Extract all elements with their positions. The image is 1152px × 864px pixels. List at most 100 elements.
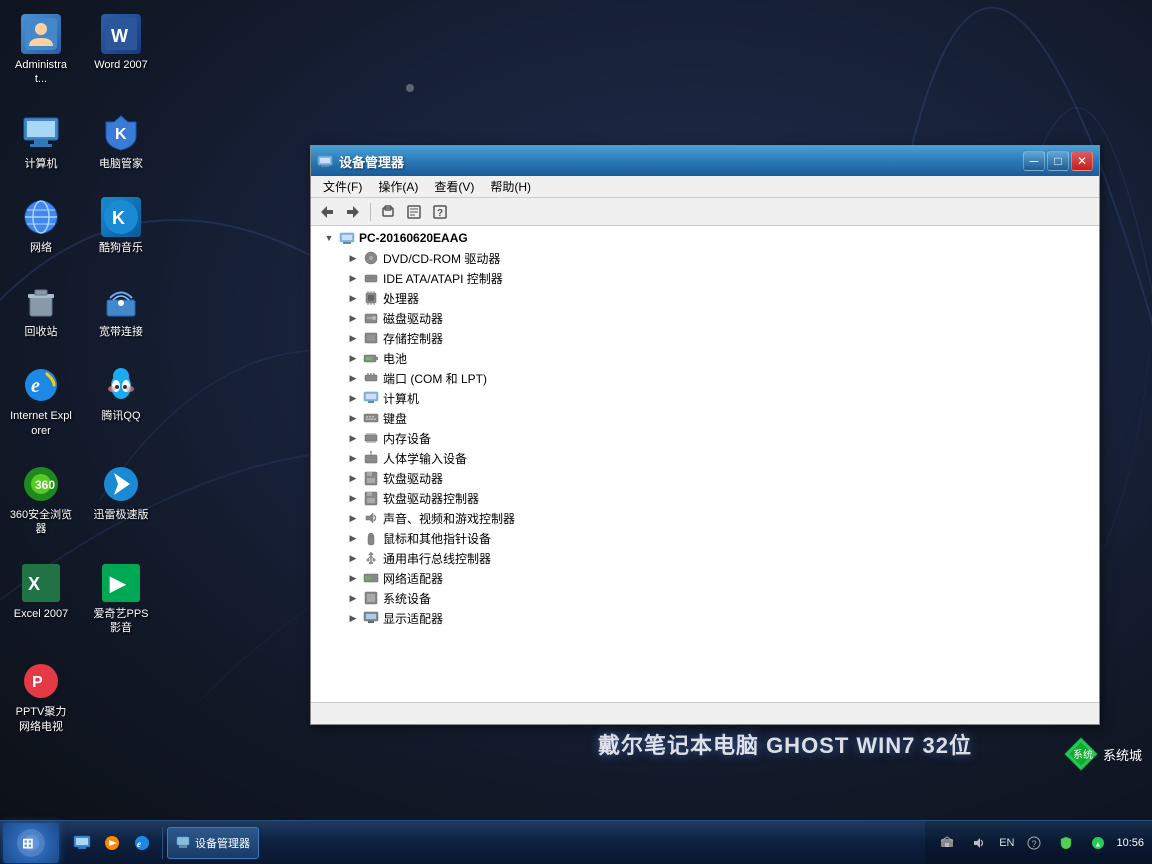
tree-item-ide-icon xyxy=(363,270,379,286)
desktop-icon-aiqiyipps[interactable]: ▶ 爱奇艺PPS影音 xyxy=(85,559,157,640)
tree-item-hid-expander[interactable]: ▶ xyxy=(345,450,361,466)
tree-root-node[interactable]: ▼ PC-20160620EAAG xyxy=(313,228,1097,248)
tree-item-dvd-icon xyxy=(363,250,379,266)
tray-antivirus-icon[interactable]: ▲ xyxy=(1084,829,1112,857)
desktop-icon-ie[interactable]: e Internet Explorer xyxy=(5,361,77,442)
tree-item-battery-expander[interactable]: ▶ xyxy=(345,350,361,366)
tree-item-usb[interactable]: ▶ 通用串行总线控制器 xyxy=(313,548,1097,568)
quick-launch-media-player[interactable] xyxy=(98,829,126,857)
window-minimize-button[interactable]: ─ xyxy=(1023,151,1045,171)
tree-item-network[interactable]: ▶ 网络适配器 xyxy=(313,568,1097,588)
window-content[interactable]: ▼ PC-20160620EAAG ▶ xyxy=(311,226,1099,702)
desktop-icon-qq[interactable]: 腾讯QQ xyxy=(85,361,157,442)
desktop-icon-broadband[interactable]: 宽带连接 xyxy=(85,277,157,343)
desktop-icon-computer[interactable]: 计算机 xyxy=(5,109,77,175)
tree-item-sound-expander[interactable]: ▶ xyxy=(345,510,361,526)
tree-item-disk[interactable]: ▶ 磁盘驱动器 xyxy=(313,308,1097,328)
tree-item-storage[interactable]: ▶ 存储控制器 xyxy=(313,328,1097,348)
taskbar-tray: EN ? ▲ 10:56 xyxy=(925,821,1152,864)
tree-item-dvd-label: DVD/CD-ROM 驱动器 xyxy=(383,250,500,267)
tree-item-ide[interactable]: ▶ IDE ATA/ATAPI 控制器 xyxy=(313,268,1097,288)
desktop-icon-360browser[interactable]: 360 360安全浏览器 xyxy=(5,460,77,541)
desktop-icon-diannaoguan[interactable]: K 电脑管家 xyxy=(85,109,157,175)
tree-root-label: PC-20160620EAAG xyxy=(359,231,468,245)
tree-item-storage-label: 存储控制器 xyxy=(383,330,443,347)
tree-item-memory-expander[interactable]: ▶ xyxy=(345,430,361,446)
toolbar-forward-button[interactable] xyxy=(341,201,365,223)
tray-security-icon[interactable] xyxy=(1052,829,1080,857)
tree-item-keyboard-expander[interactable]: ▶ xyxy=(345,410,361,426)
tray-language-label[interactable]: EN xyxy=(997,837,1016,849)
tree-item-floppy-ctrl[interactable]: ▶ 软盘驱动器控制器 xyxy=(313,488,1097,508)
tree-item-mouse[interactable]: ▶ 鼠标和其他指针设备 xyxy=(313,528,1097,548)
tree-root-expander[interactable]: ▼ xyxy=(321,230,337,246)
tree-item-computer[interactable]: ▶ 计算机 xyxy=(313,388,1097,408)
tree-item-battery[interactable]: ▶ 电池 xyxy=(313,348,1097,368)
tray-help-icon[interactable]: ? xyxy=(1020,829,1048,857)
toolbar-help-button[interactable]: ? xyxy=(428,201,452,223)
desktop-icon-administrator[interactable]: Administrat... xyxy=(5,10,77,91)
tree-item-dvd-expander[interactable]: ▶ xyxy=(345,250,361,266)
desktop-icon-pptv[interactable]: P PPTV聚力 网络电视 xyxy=(5,657,77,738)
start-button[interactable]: ⊞ xyxy=(3,823,59,863)
menu-file[interactable]: 文件(F) xyxy=(315,176,370,197)
svg-text:W: W xyxy=(111,26,128,46)
tree-item-display-expander[interactable]: ▶ xyxy=(345,610,361,626)
tree-item-ports-expander[interactable]: ▶ xyxy=(345,370,361,386)
tray-clock[interactable]: 10:56 xyxy=(1116,837,1144,849)
desktop-icon-word2007[interactable]: W Word 2007 xyxy=(85,10,157,91)
tree-item-keyboard[interactable]: ▶ 键盘 xyxy=(313,408,1097,428)
device-manager-window: 设备管理器 ─ □ ✕ 文件(F) 操作(A) 查看(V) 帮助(H) xyxy=(310,145,1100,725)
watermark-text: 戴尔笔记本电脑 GHOST WIN7 32位 xyxy=(598,728,972,760)
tree-item-floppy-expander[interactable]: ▶ xyxy=(345,470,361,486)
tree-item-memory[interactable]: ▶ 内存设备 xyxy=(313,428,1097,448)
toolbar-up-button[interactable] xyxy=(376,201,400,223)
window-close-button[interactable]: ✕ xyxy=(1071,151,1093,171)
tree-item-processor-icon xyxy=(363,290,379,306)
tree-item-system-expander[interactable]: ▶ xyxy=(345,590,361,606)
tree-item-network-label: 网络适配器 xyxy=(383,570,443,587)
tree-item-floppy[interactable]: ▶ 软盘驱动器 xyxy=(313,468,1097,488)
tree-item-ports[interactable]: ▶ 端口 (COM 和 LPT) xyxy=(313,368,1097,388)
tree-item-processor-expander[interactable]: ▶ xyxy=(345,290,361,306)
desktop-icon-excel2007[interactable]: X Excel 2007 xyxy=(5,559,77,640)
tree-item-system[interactable]: ▶ 系统设备 xyxy=(313,588,1097,608)
tree-item-processor[interactable]: ▶ 处理器 xyxy=(313,288,1097,308)
quick-launch-ie[interactable]: e xyxy=(128,829,156,857)
toolbar-back-button[interactable] xyxy=(315,201,339,223)
desktop-icon-qq-label: 腾讯QQ xyxy=(101,409,140,423)
tree-item-hid[interactable]: ▶ 人体学输入设备 xyxy=(313,448,1097,468)
desktop-icon-recycle[interactable]: 回收站 xyxy=(5,277,77,343)
desktop-icon-xunlei-label: 迅雷极速版 xyxy=(94,508,149,522)
tree-item-battery-icon xyxy=(363,350,379,366)
quick-launch-show-desktop[interactable] xyxy=(68,829,96,857)
tree-item-network-expander[interactable]: ▶ xyxy=(345,570,361,586)
taskbar-app-device-manager[interactable]: 设备管理器 xyxy=(167,827,259,859)
desktop-icon-kugouyinyue[interactable]: K 酷狗音乐 xyxy=(85,193,157,259)
tree-item-keyboard-icon xyxy=(363,410,379,426)
tree-item-disk-icon xyxy=(363,310,379,326)
tree-item-storage-expander[interactable]: ▶ xyxy=(345,330,361,346)
tree-item-mouse-expander[interactable]: ▶ xyxy=(345,530,361,546)
tree-item-ide-label: IDE ATA/ATAPI 控制器 xyxy=(383,270,503,287)
menu-action[interactable]: 操作(A) xyxy=(370,176,426,197)
tree-item-keyboard-label: 键盘 xyxy=(383,410,407,427)
tray-network-icon[interactable] xyxy=(933,829,961,857)
tree-item-sound[interactable]: ▶ 声音、视频和游戏控制器 xyxy=(313,508,1097,528)
tree-item-ide-expander[interactable]: ▶ xyxy=(345,270,361,286)
tree-item-dvd[interactable]: ▶ DVD/CD-ROM 驱动器 xyxy=(313,248,1097,268)
tree-item-disk-expander[interactable]: ▶ xyxy=(345,310,361,326)
desktop-icon-network[interactable]: 网络 xyxy=(5,193,77,259)
desktop-icon-xunlei[interactable]: 迅雷极速版 xyxy=(85,460,157,541)
tree-item-floppy-ctrl-expander[interactable]: ▶ xyxy=(345,490,361,506)
tree-item-computer-expander[interactable]: ▶ xyxy=(345,390,361,406)
menu-view[interactable]: 查看(V) xyxy=(426,176,482,197)
toolbar-properties-button[interactable] xyxy=(402,201,426,223)
tree-item-floppy-label: 软盘驱动器 xyxy=(383,470,443,487)
tray-volume-icon[interactable] xyxy=(965,829,993,857)
desktop-icon-word2007-label: Word 2007 xyxy=(94,58,148,72)
tree-item-usb-expander[interactable]: ▶ xyxy=(345,550,361,566)
menu-help[interactable]: 帮助(H) xyxy=(482,176,539,197)
window-maximize-button[interactable]: □ xyxy=(1047,151,1069,171)
tree-item-display[interactable]: ▶ 显示适配器 xyxy=(313,608,1097,628)
